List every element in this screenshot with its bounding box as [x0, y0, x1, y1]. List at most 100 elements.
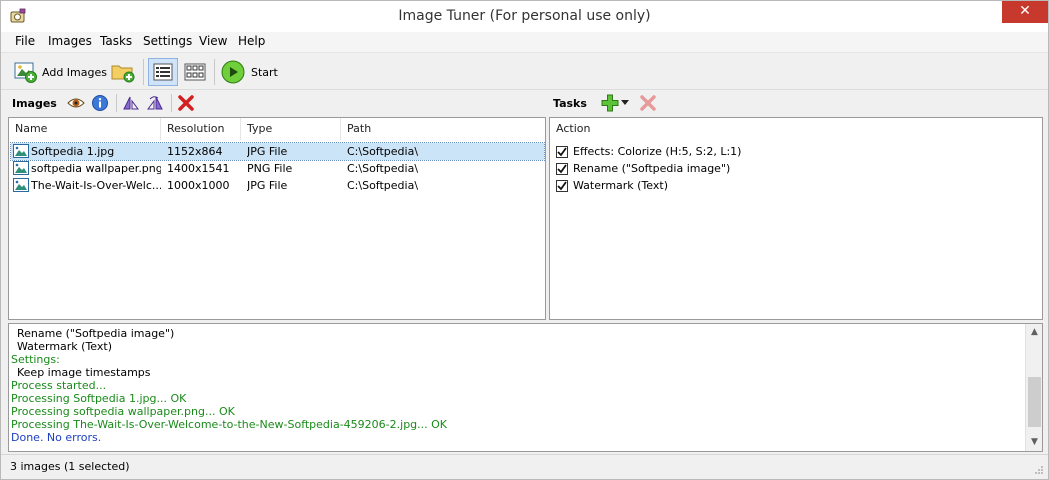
scroll-thumb[interactable]: [1028, 377, 1041, 427]
tasks-panel-title: Tasks: [553, 96, 587, 110]
add-folder-button[interactable]: [108, 58, 138, 86]
task-checkbox[interactable]: [556, 145, 568, 158]
menu-view[interactable]: View: [197, 34, 229, 48]
image-file-icon: [13, 144, 29, 158]
cell-resolution: 1000x1000: [167, 179, 230, 192]
column-header-path[interactable]: Path: [341, 118, 545, 140]
log-line: Processing The-Wait-Is-Over-Welcome-to-t…: [11, 418, 448, 431]
preview-button[interactable]: [67, 94, 85, 112]
rotate-left-icon: [123, 96, 139, 110]
image-file-icon: [13, 161, 29, 175]
add-task-button[interactable]: [601, 94, 619, 112]
thumbnails-view-icon: [184, 63, 206, 81]
log-line: Done. No errors.: [11, 431, 102, 444]
cell-name: Softpedia 1.jpg: [31, 145, 115, 158]
scroll-down-icon[interactable]: ▼: [1026, 434, 1042, 451]
log-line: Rename ("Softpedia image"): [17, 327, 175, 340]
log-line: Settings:: [11, 353, 60, 366]
cell-type: JPG File: [247, 145, 288, 158]
add-image-icon: [14, 62, 37, 83]
header-separator: [170, 94, 172, 112]
title-bar: Image Tuner (For personal use only) ✕: [1, 1, 1048, 32]
eye-icon: [67, 98, 85, 108]
images-panel-title: Images: [12, 96, 57, 110]
app-window: Image Tuner (For personal use only) ✕ Fi…: [0, 0, 1049, 480]
log-line: Keep image timestamps: [17, 366, 151, 379]
checkmark-icon: [557, 146, 567, 156]
scroll-up-icon[interactable]: ▲: [1026, 324, 1042, 341]
tasks-panel-header: Tasks: [553, 91, 663, 115]
log-scrollbar[interactable]: ▲ ▼: [1025, 324, 1042, 451]
image-file-icon: [13, 178, 29, 192]
log-line: Processing softpedia wallpaper.png... OK: [11, 405, 235, 418]
red-x-icon: [178, 95, 194, 111]
rotate-left-button[interactable]: [122, 94, 140, 112]
info-button[interactable]: [91, 94, 109, 112]
cell-path: C:\Softpedia\: [347, 145, 419, 158]
task-checkbox[interactable]: [556, 162, 568, 175]
task-label: Rename ("Softpedia image"): [573, 162, 731, 175]
status-bar: 3 images (1 selected): [1, 454, 1048, 479]
task-checkbox[interactable]: [556, 179, 568, 192]
log-panel[interactable]: Rename ("Softpedia image") Watermark (Te…: [8, 323, 1043, 452]
rotate-right-icon: [146, 96, 163, 110]
task-item[interactable]: Rename ("Softpedia image"): [556, 160, 730, 177]
tasks-list[interactable]: Action Effects: Colorize (H:5, S:2, L:1)…: [549, 117, 1043, 320]
rotate-right-button[interactable]: [146, 94, 164, 112]
cell-name: softpedia wallpaper.png: [31, 162, 161, 175]
table-row[interactable]: The-Wait-Is-Over-Welc... 1000x1000 JPG F…: [11, 177, 544, 194]
task-label: Effects: Colorize (H:5, S:2, L:1): [573, 145, 742, 158]
toolbar: Add Images Start: [1, 52, 1048, 90]
checkmark-icon: [557, 180, 567, 190]
info-icon: [91, 95, 108, 111]
green-plus-icon: [601, 94, 619, 112]
table-row[interactable]: Softpedia 1.jpg 1152x864 JPG File C:\Sof…: [10, 142, 545, 161]
column-header-resolution[interactable]: Resolution: [161, 118, 241, 140]
menu-images[interactable]: Images: [46, 34, 94, 48]
add-images-label: Add Images: [42, 65, 107, 79]
toolbar-separator: [143, 59, 144, 85]
play-icon: [221, 60, 245, 84]
cell-resolution: 1400x1541: [167, 162, 230, 175]
details-view-icon: [153, 63, 173, 81]
menu-tasks[interactable]: Tasks: [98, 34, 134, 48]
cell-type: JPG File: [247, 179, 288, 192]
table-row[interactable]: softpedia wallpaper.png 1400x1541 PNG Fi…: [11, 160, 544, 177]
task-item[interactable]: Watermark (Text): [556, 177, 668, 194]
log-line: Process started...: [11, 379, 107, 392]
cell-type: PNG File: [247, 162, 293, 175]
column-header-type[interactable]: Type: [241, 118, 341, 140]
menu-bar: File Images Tasks Settings View Help: [1, 32, 1048, 52]
window-title: Image Tuner (For personal use only): [398, 8, 651, 24]
menu-settings[interactable]: Settings: [141, 34, 194, 48]
cell-name: The-Wait-Is-Over-Welc...: [31, 179, 161, 192]
toolbar-separator: [214, 59, 215, 85]
menu-help[interactable]: Help: [236, 34, 267, 48]
cell-path: C:\Softpedia\: [347, 162, 419, 175]
add-task-dropdown[interactable]: [620, 94, 629, 112]
column-header-action[interactable]: Action: [550, 118, 1042, 140]
task-label: Watermark (Text): [573, 179, 668, 192]
images-list[interactable]: Name Resolution Type Path Softpedia 1.jp…: [8, 117, 546, 320]
details-view-button[interactable]: [148, 58, 178, 86]
images-panel-header: Images: [12, 91, 201, 115]
status-text: 3 images (1 selected): [10, 460, 130, 473]
gray-x-icon: [640, 95, 656, 111]
start-label: Start: [251, 65, 278, 79]
cell-path: C:\Softpedia\: [347, 179, 419, 192]
add-images-button[interactable]: Add Images: [13, 58, 107, 86]
start-button[interactable]: Start: [221, 58, 278, 86]
remove-task-button[interactable]: [639, 94, 657, 112]
add-folder-icon: [111, 65, 135, 83]
close-button[interactable]: ✕: [1002, 1, 1048, 23]
log-line: Watermark (Text): [17, 340, 112, 353]
chevron-down-icon: [620, 100, 629, 105]
remove-image-button[interactable]: [177, 94, 195, 112]
resize-grip-icon[interactable]: [1034, 465, 1044, 475]
thumbnails-view-button[interactable]: [180, 58, 210, 86]
menu-file[interactable]: File: [13, 34, 37, 48]
column-header-name[interactable]: Name: [9, 118, 161, 140]
task-item[interactable]: Effects: Colorize (H:5, S:2, L:1): [556, 143, 741, 160]
cell-resolution: 1152x864: [167, 145, 223, 158]
checkmark-icon: [557, 163, 567, 173]
